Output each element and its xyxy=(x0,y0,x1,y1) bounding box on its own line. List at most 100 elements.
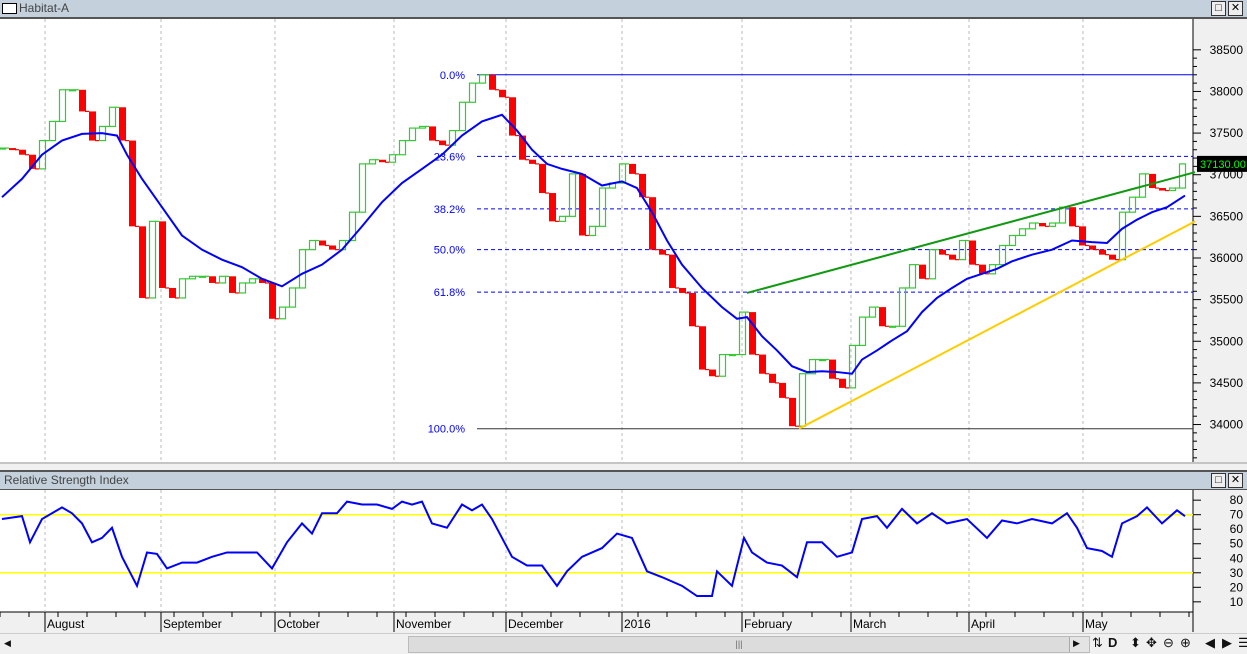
scroll-left-icon[interactable]: ◀ xyxy=(1205,635,1215,651)
rsi-tick-label: 20 xyxy=(1230,580,1244,594)
down-bar xyxy=(79,89,86,112)
rsi-tick-label: 30 xyxy=(1230,566,1244,580)
month-label: April xyxy=(971,617,995,631)
down-bar xyxy=(429,126,436,141)
down-bar xyxy=(969,240,976,265)
month-label: May xyxy=(1085,617,1108,631)
down-bar xyxy=(689,292,696,327)
scroll-right-small-icon[interactable]: ▶ xyxy=(1073,638,1080,649)
price-tick-label: 36000 xyxy=(1210,251,1244,265)
month-label: February xyxy=(744,617,792,631)
down-bar xyxy=(489,74,496,90)
vertical-zoom-icon[interactable]: ⬍ xyxy=(1130,635,1141,651)
price-tick-label: 38000 xyxy=(1210,84,1244,98)
rsi-tick-label: 40 xyxy=(1230,551,1244,565)
month-label: 2016 xyxy=(624,617,651,631)
down-bar xyxy=(129,140,136,227)
down-bar xyxy=(1149,173,1156,189)
up-bar xyxy=(818,358,827,362)
price-tick-label: 34500 xyxy=(1210,376,1244,390)
down-bar xyxy=(209,276,216,283)
rsi-tick-label: 60 xyxy=(1230,522,1244,536)
down-bar xyxy=(749,312,756,355)
down-bar xyxy=(319,240,326,246)
rsi-tick-label: 50 xyxy=(1230,537,1244,551)
price-tick-label: 34000 xyxy=(1210,418,1244,432)
down-bar xyxy=(629,163,636,174)
down-bar xyxy=(1079,226,1086,246)
month-label: November xyxy=(396,617,451,631)
scroll-left-small-icon[interactable]: ◀ xyxy=(4,638,11,649)
month-label: October xyxy=(277,617,320,631)
up-bar xyxy=(198,275,207,278)
down-bar xyxy=(659,249,666,255)
pan-icon[interactable]: ✥ xyxy=(1146,635,1157,651)
down-bar xyxy=(19,149,26,155)
price-tick-label: 35500 xyxy=(1210,293,1244,307)
down-bar xyxy=(759,354,766,374)
zoom-in-icon[interactable]: ⊕ xyxy=(1180,635,1191,651)
down-bar xyxy=(1069,207,1076,227)
down-bar xyxy=(709,369,716,377)
up-bar xyxy=(0,147,7,150)
price-plot-area xyxy=(0,19,1193,462)
refresh-icon[interactable]: ⇅ xyxy=(1092,635,1103,651)
last-price-label: 37130.00 xyxy=(1200,159,1246,171)
up-bar xyxy=(888,325,897,328)
up-bar xyxy=(728,353,737,357)
price-chart[interactable]: August September October November December 20… xyxy=(0,0,1247,633)
down-bar xyxy=(269,282,276,319)
down-bar xyxy=(9,148,16,151)
down-bar xyxy=(839,378,846,388)
down-bar xyxy=(139,226,146,298)
down-bar xyxy=(329,245,336,250)
down-bar xyxy=(829,359,836,379)
horizontal-scrollbar[interactable]: ||| xyxy=(408,636,1090,653)
fib-level-label: 0.0% xyxy=(440,70,465,82)
rsi-tick-label: 70 xyxy=(1230,508,1244,522)
down-bar xyxy=(89,111,96,141)
down-bar xyxy=(229,276,236,293)
fib-level-label: 38.2% xyxy=(434,204,465,216)
rsi-tick-label: 10 xyxy=(1230,595,1244,609)
down-bar xyxy=(549,193,556,222)
zoom-out-icon[interactable]: ⊖ xyxy=(1163,635,1174,651)
scroll-right-icon[interactable]: ▶ xyxy=(1222,635,1232,651)
scrollbar-thumb[interactable]: ||| xyxy=(409,637,1070,652)
down-bar xyxy=(159,221,166,288)
down-bar xyxy=(1099,249,1106,255)
down-bar xyxy=(1039,223,1046,227)
down-bar xyxy=(579,173,586,236)
down-bar xyxy=(649,197,656,250)
rsi-tick-label: 80 xyxy=(1230,493,1244,507)
month-label: August xyxy=(47,617,85,631)
down-bar xyxy=(919,264,926,279)
daily-icon[interactable]: D xyxy=(1108,635,1117,650)
down-bar xyxy=(1109,254,1116,260)
down-bar xyxy=(169,287,176,298)
price-tick-label: 35000 xyxy=(1210,334,1244,348)
month-label: March xyxy=(853,617,886,631)
down-bar xyxy=(669,254,676,288)
month-label: December xyxy=(508,617,563,631)
price-tick-label: 36500 xyxy=(1210,209,1244,223)
down-bar xyxy=(939,249,946,255)
down-bar xyxy=(529,159,536,164)
down-bar xyxy=(789,397,796,427)
price-tick-label: 37500 xyxy=(1210,126,1244,140)
down-bar xyxy=(699,326,706,370)
down-bar xyxy=(769,373,776,383)
up-bar xyxy=(68,89,77,92)
down-bar xyxy=(1159,188,1166,191)
down-bar xyxy=(1089,245,1096,250)
down-bar xyxy=(779,382,786,398)
price-tick-label: 38500 xyxy=(1210,43,1244,57)
down-bar xyxy=(679,287,686,293)
menu-icon[interactable]: ☰ xyxy=(1238,635,1247,651)
down-bar xyxy=(119,107,126,141)
down-bar xyxy=(879,307,886,327)
fib-level-label: 50.0% xyxy=(434,245,465,257)
bottom-toolbar: ◀ ||| ▶ ⇅ D ⬍ ✥ ⊖ ⊕ ◀ ▶ ☰ xyxy=(0,633,1247,654)
down-bar xyxy=(949,254,956,260)
down-bar xyxy=(499,89,506,98)
